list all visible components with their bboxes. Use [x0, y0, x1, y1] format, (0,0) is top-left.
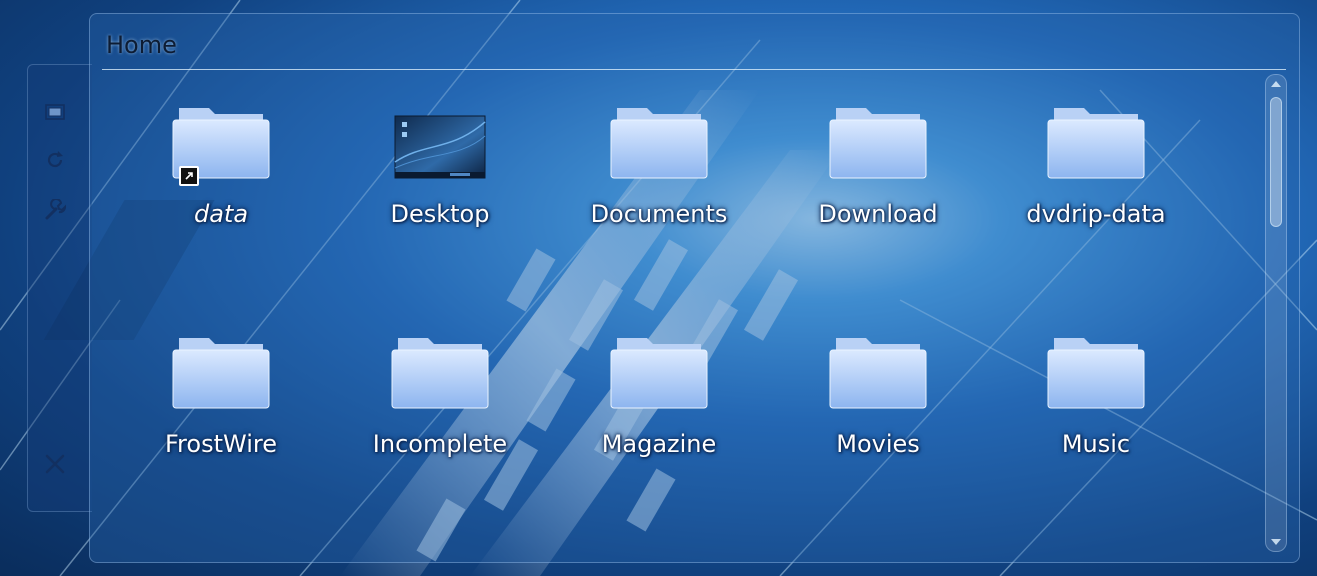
- file-item-desktop[interactable]: Desktop: [352, 102, 528, 230]
- file-item-label: Download: [818, 200, 938, 228]
- file-item-download[interactable]: Download: [790, 102, 966, 230]
- file-item-music[interactable]: Music: [1008, 332, 1184, 460]
- file-item-incomplete[interactable]: Incomplete: [352, 332, 528, 460]
- file-item-label: dvdrip-data: [1026, 200, 1166, 228]
- folder-icon: [390, 332, 490, 412]
- scroll-up-icon[interactable]: [1271, 81, 1281, 87]
- file-item-label: Movies: [836, 430, 920, 458]
- file-item-label: data: [193, 200, 249, 228]
- scroll-down-icon[interactable]: [1271, 539, 1281, 545]
- title-divider: [102, 69, 1286, 70]
- wrench-icon[interactable]: [42, 197, 68, 223]
- file-item-movies[interactable]: Movies: [790, 332, 966, 460]
- file-item-label: Incomplete: [372, 430, 508, 458]
- file-item-magazine[interactable]: Magazine: [571, 332, 747, 460]
- folder-icon: [1046, 102, 1146, 182]
- file-item-label: Music: [1061, 430, 1131, 458]
- file-item-documents[interactable]: Documents: [571, 102, 747, 230]
- folder-icon: [609, 102, 709, 182]
- scrollbar-thumb[interactable]: [1270, 97, 1282, 227]
- file-item-label: FrostWire: [165, 430, 277, 458]
- folder-icon: [1046, 332, 1146, 412]
- file-item-label: Documents: [590, 200, 728, 228]
- folder-icon: [171, 332, 271, 412]
- folder-icon: [828, 332, 928, 412]
- desktop-icon: [390, 102, 490, 182]
- shortcut-arrow-icon: [179, 166, 199, 186]
- file-item-label: Magazine: [601, 430, 717, 458]
- folder-icon: [609, 332, 709, 412]
- close-icon[interactable]: [42, 451, 68, 477]
- vertical-scrollbar[interactable]: [1265, 74, 1287, 552]
- folder-link-icon: [171, 102, 271, 186]
- folder-icon: [828, 102, 928, 182]
- file-item-label: Desktop: [390, 200, 490, 228]
- file-item-dvdrip-data[interactable]: dvdrip-data: [1008, 102, 1184, 230]
- wallpaper-icon[interactable]: [42, 99, 68, 125]
- file-item-data[interactable]: data: [133, 102, 309, 230]
- widget-toolbox: [27, 64, 92, 512]
- folder-view-panel: Home data Desktop Documents Download dvd…: [89, 13, 1300, 563]
- panel-title: Home: [106, 31, 177, 59]
- refresh-icon[interactable]: [42, 147, 68, 173]
- file-item-frostwire[interactable]: FrostWire: [133, 332, 309, 460]
